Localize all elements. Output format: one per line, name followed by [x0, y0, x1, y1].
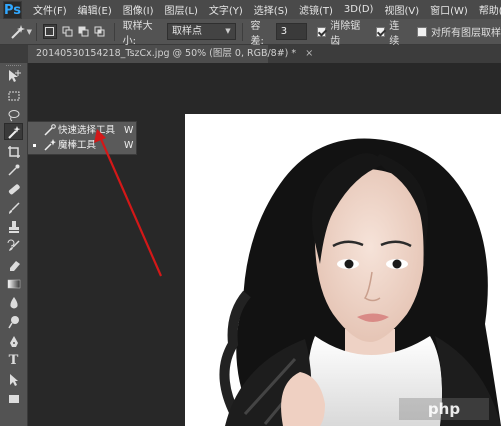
- php-watermark: php: [399, 398, 489, 420]
- document-canvas-image[interactable]: php: [185, 114, 501, 426]
- portrait-photo: [185, 114, 501, 426]
- watermark-text: php: [427, 400, 461, 418]
